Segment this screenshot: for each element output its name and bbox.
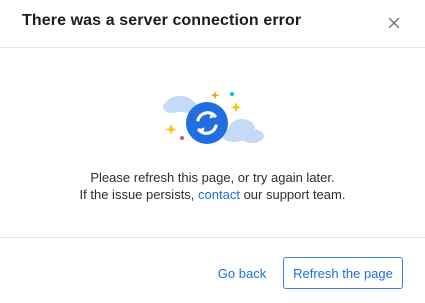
- refresh-sync-icon: [186, 102, 228, 144]
- sparkle-orange-icon: [210, 91, 220, 100]
- message-line-2-start: If the issue persists,: [79, 187, 199, 202]
- connection-error-illustration: [158, 88, 268, 152]
- close-icon: [388, 17, 400, 29]
- cloud-right-icon: [222, 119, 264, 143]
- dialog-footer: Go back Refresh the page: [0, 237, 425, 303]
- refresh-page-button[interactable]: Refresh the page: [283, 257, 403, 289]
- sparkle-yellow-left-icon: [165, 124, 177, 135]
- dot-pink-icon: [180, 136, 184, 140]
- dialog-title: There was a server connection error: [22, 12, 302, 29]
- go-back-button[interactable]: Go back: [212, 258, 272, 288]
- message-line-2: If the issue persists, contact our suppo…: [0, 186, 425, 203]
- sparkle-yellow-right-icon: [230, 102, 242, 113]
- message-line-1: Please refresh this page, or try again l…: [90, 170, 335, 185]
- error-dialog: There was a server connection error Plea…: [0, 0, 425, 303]
- dot-teal-icon: [229, 91, 235, 97]
- message-line-2-end: our support team.: [239, 187, 346, 202]
- contact-link[interactable]: contact: [198, 187, 240, 202]
- close-button[interactable]: [383, 12, 405, 34]
- dialog-header: There was a server connection error: [0, 0, 425, 48]
- error-message: Please refresh this page, or try again l…: [0, 169, 425, 203]
